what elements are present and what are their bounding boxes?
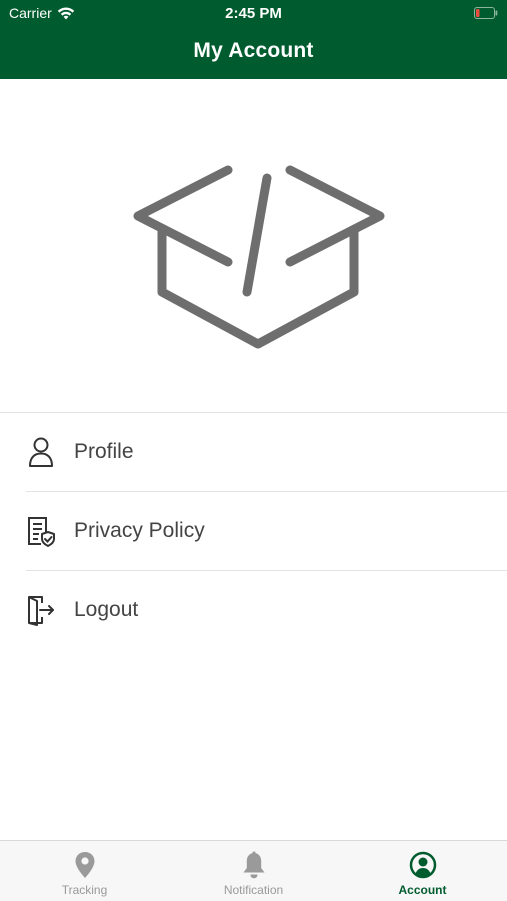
menu-item-privacy-policy[interactable]: Privacy Policy <box>26 492 507 571</box>
status-time: 2:45 PM <box>225 5 282 22</box>
user-icon <box>26 436 56 468</box>
logo-area <box>0 79 507 412</box>
bell-icon <box>242 850 266 880</box>
account-menu: Profile Privacy Policy Logout <box>0 412 507 649</box>
page-title: My Account <box>193 39 314 62</box>
battery-icon <box>474 7 498 19</box>
tab-tracking[interactable]: Tracking <box>0 841 169 901</box>
tab-label-notification: Notification <box>223 883 284 897</box>
menu-label-logout: Logout <box>74 598 139 621</box>
app-header: Carrier 2:45 PM My Account <box>0 0 507 79</box>
privacy-document-icon <box>26 515 56 547</box>
menu-label-privacy-policy: Privacy Policy <box>74 519 205 542</box>
tab-notification[interactable]: Notification <box>169 841 338 901</box>
menu-item-logout[interactable]: Logout <box>26 571 507 649</box>
account-circle-icon <box>409 850 437 880</box>
menu-label-profile: Profile <box>74 440 134 463</box>
app-logo-icon <box>133 165 385 349</box>
status-bar: Carrier 2:45 PM <box>0 0 507 28</box>
logout-icon <box>26 594 56 626</box>
bottom-tab-bar: Tracking Notification Account <box>0 840 507 901</box>
menu-item-profile[interactable]: Profile <box>26 413 507 492</box>
location-pin-icon <box>74 850 96 880</box>
tab-account[interactable]: Account <box>338 841 507 901</box>
tab-label-tracking: Tracking <box>61 883 108 897</box>
tab-label-account: Account <box>398 883 447 897</box>
